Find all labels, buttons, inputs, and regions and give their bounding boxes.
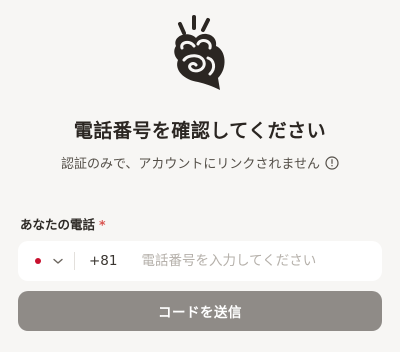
phone-label-text: あなたの電話 xyxy=(20,217,96,232)
info-circle-icon[interactable] xyxy=(325,155,339,170)
country-code-select[interactable] xyxy=(18,241,74,281)
hand-doodle-logo-icon xyxy=(168,14,234,94)
send-code-button[interactable]: コードを送信 xyxy=(18,291,382,331)
page-title: 電話番号を確認してください xyxy=(73,120,327,142)
required-mark: * xyxy=(99,217,106,232)
country-divider xyxy=(74,252,75,270)
logo-graphic xyxy=(174,15,225,90)
phone-input[interactable] xyxy=(141,241,382,281)
phone-label: あなたの電話 * xyxy=(20,214,106,233)
phone-input-row: +81 xyxy=(18,241,382,281)
subtitle-text: 認証のみで、アカウントにリンクされません xyxy=(60,157,321,172)
chevron-down-icon xyxy=(53,258,63,264)
subtitle: 認証のみで、アカウントにリンクされません xyxy=(0,153,400,172)
japan-flag-icon xyxy=(32,255,44,267)
dial-code: +81 xyxy=(89,253,118,269)
